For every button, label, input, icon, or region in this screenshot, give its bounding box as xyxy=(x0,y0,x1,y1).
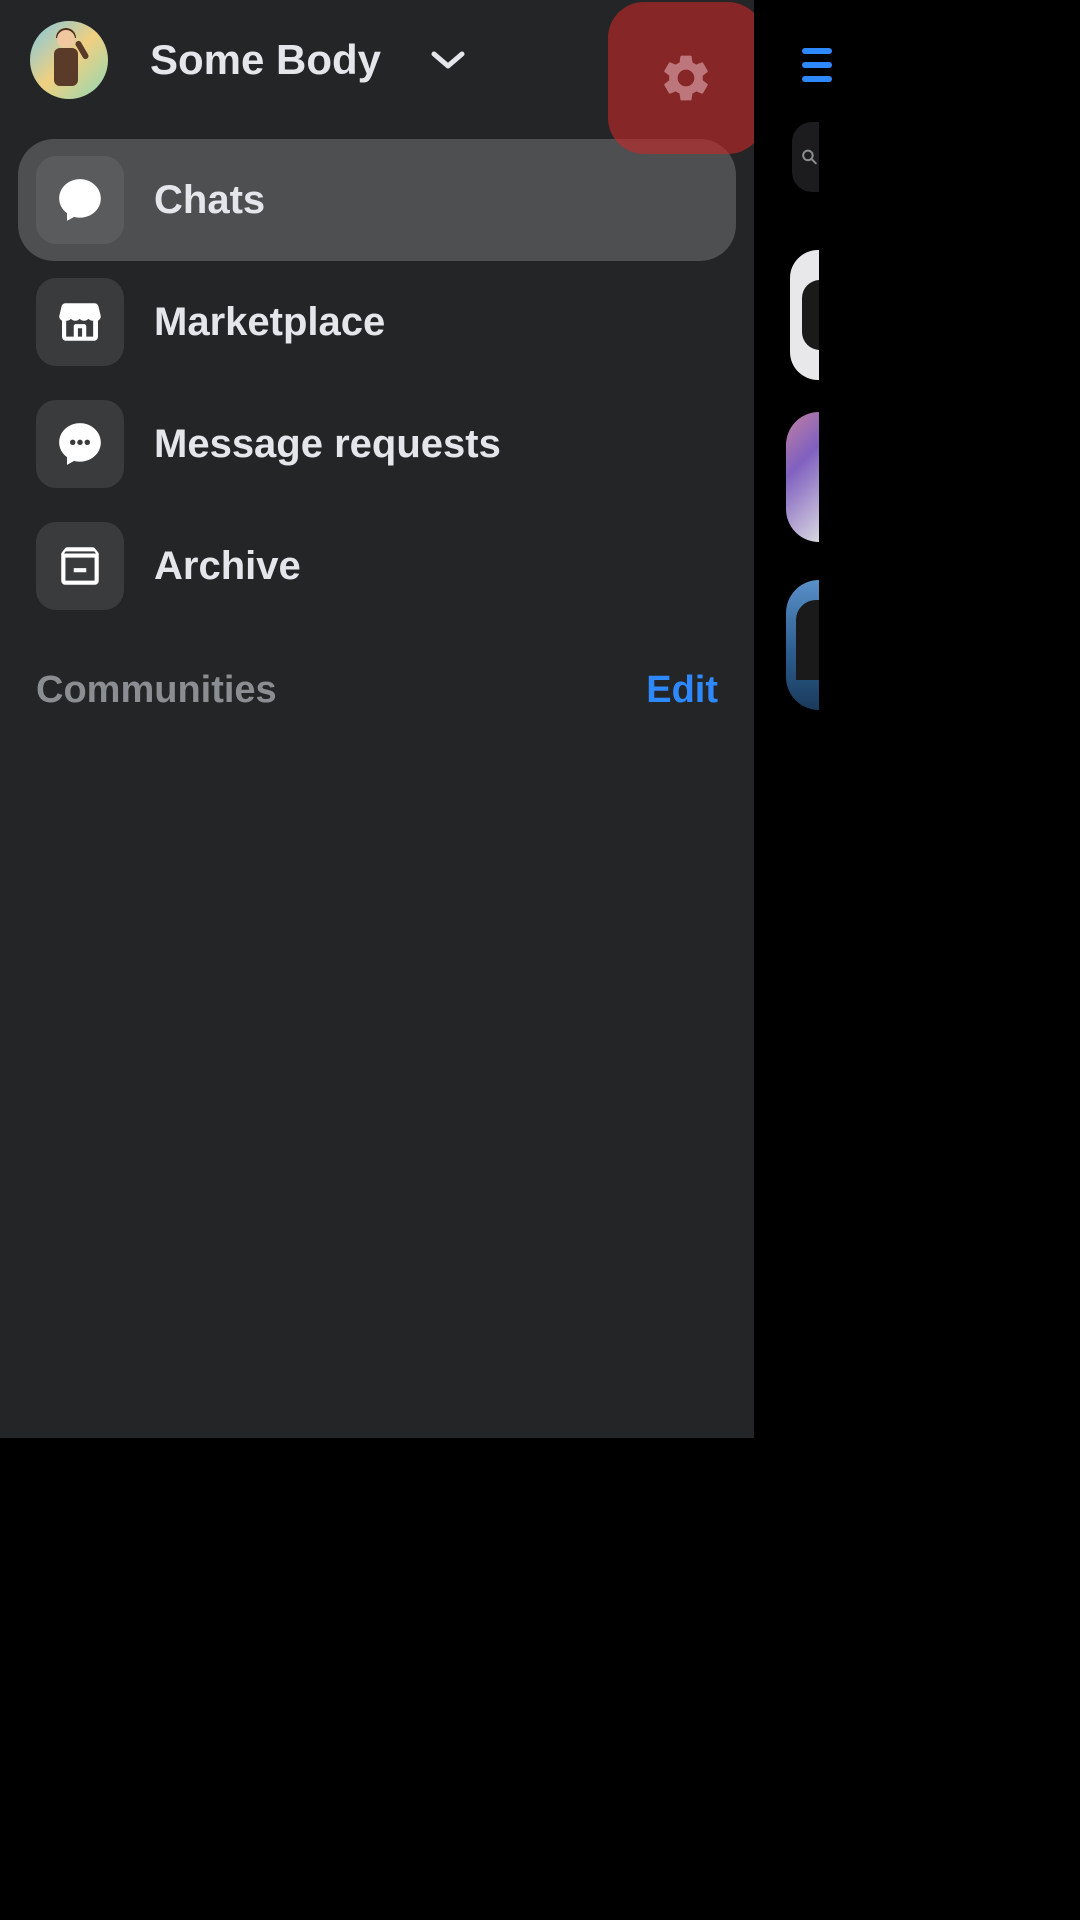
marketplace-icon xyxy=(36,278,124,366)
nav-item-chats[interactable]: Chats xyxy=(18,139,736,261)
lock-icon xyxy=(802,280,819,350)
note-tile[interactable] xyxy=(790,250,819,380)
menu-button[interactable] xyxy=(802,48,819,88)
nav-label: Message requests xyxy=(154,422,501,467)
message-requests-icon xyxy=(36,400,124,488)
nav-label: Chats xyxy=(154,178,265,223)
sidebar: Some Body Chats xyxy=(0,0,754,1438)
menu-icon xyxy=(802,48,832,54)
nav-label: Marketplace xyxy=(154,300,385,345)
avatar-figure xyxy=(49,30,89,90)
edit-link[interactable]: Edit xyxy=(646,669,718,712)
story-avatar-2[interactable] xyxy=(786,580,819,710)
gear-icon xyxy=(658,50,714,106)
nav-item-message-requests[interactable]: Message requests xyxy=(18,383,736,505)
avatar[interactable] xyxy=(30,21,108,99)
nav-item-archive[interactable]: Archive xyxy=(18,505,736,627)
main-panel-peek xyxy=(754,0,819,1438)
communities-title: Communities xyxy=(36,669,277,712)
settings-button[interactable] xyxy=(608,2,764,154)
search-icon xyxy=(800,144,819,170)
nav-list: Chats Marketplace Message requests xyxy=(0,120,754,627)
username-label[interactable]: Some Body xyxy=(150,36,381,84)
account-switcher-chevron[interactable] xyxy=(431,50,465,70)
archive-icon xyxy=(36,522,124,610)
chat-icon xyxy=(36,156,124,244)
story-avatar-1[interactable] xyxy=(786,412,819,542)
search-field[interactable] xyxy=(792,122,819,192)
nav-item-marketplace[interactable]: Marketplace xyxy=(18,261,736,383)
account-header: Some Body xyxy=(0,0,754,120)
communities-section-header: Communities Edit xyxy=(0,627,754,712)
chevron-down-icon xyxy=(431,50,465,70)
nav-label: Archive xyxy=(154,544,301,589)
